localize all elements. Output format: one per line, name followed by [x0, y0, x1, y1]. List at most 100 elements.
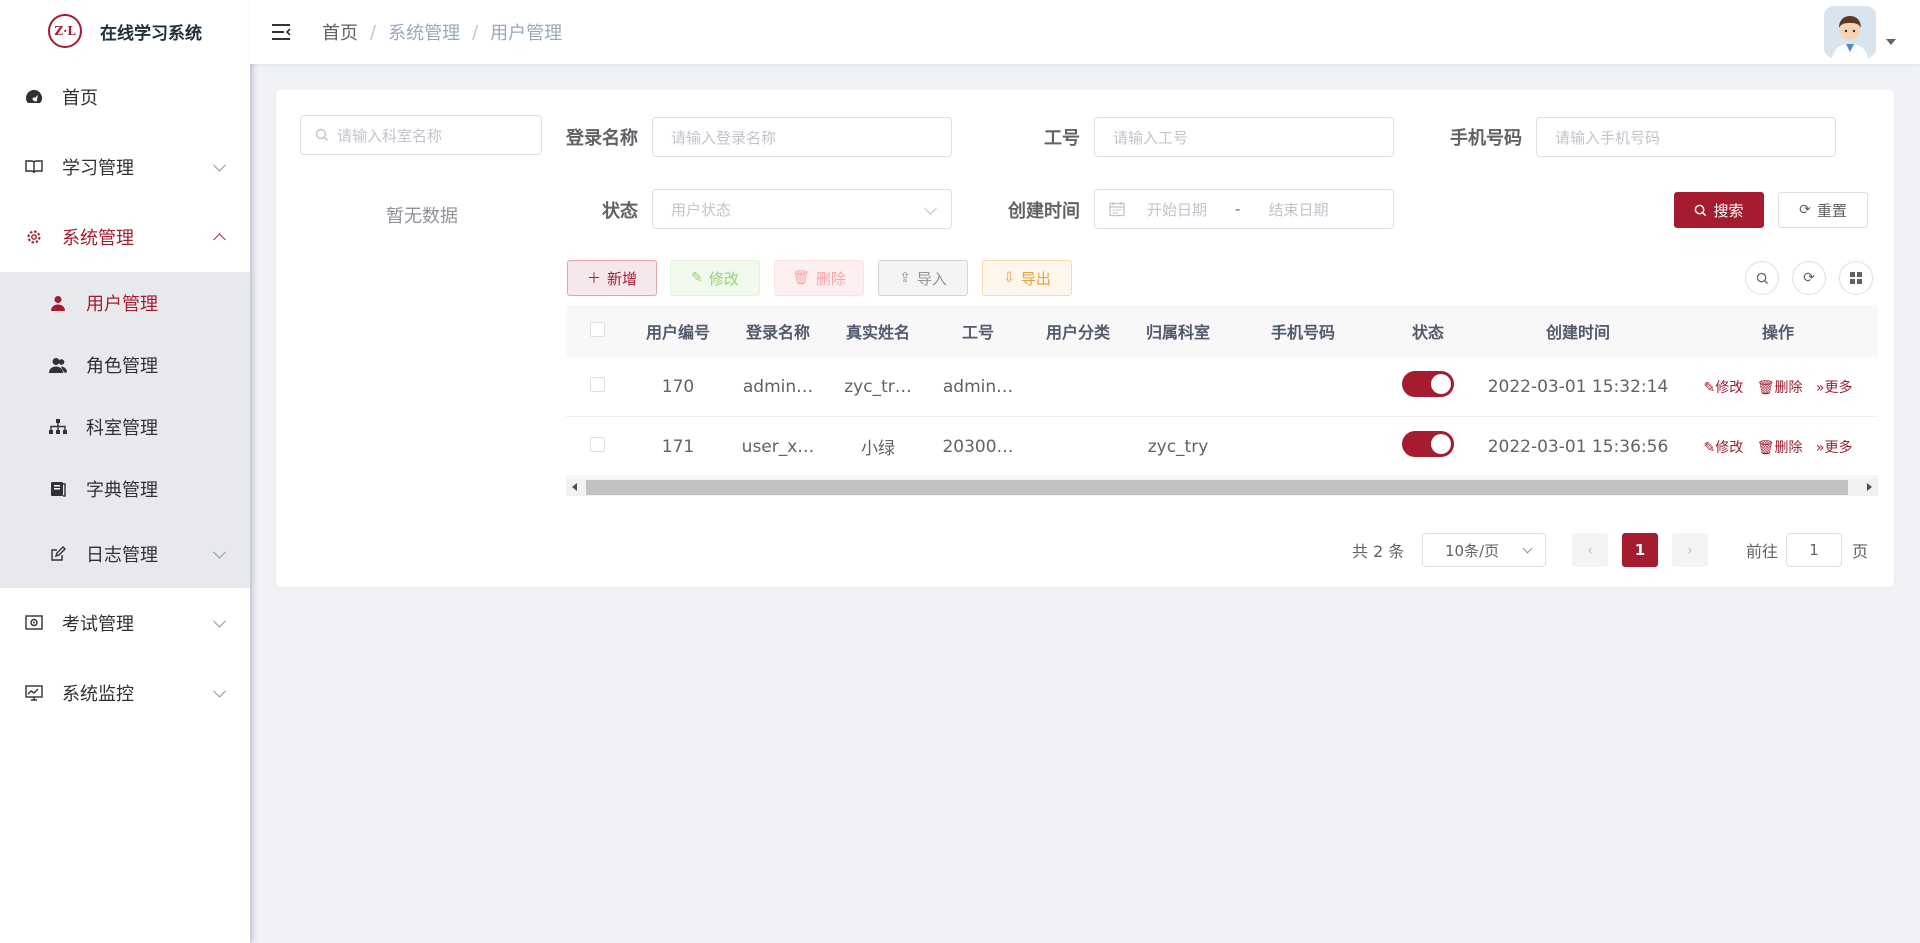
status-select[interactable]: 用户状态 [652, 189, 952, 229]
dept-search-input[interactable]: 请输入科室名称 [300, 115, 542, 155]
table-row: 171 user_x… 小绿 20300… zyc_try 2022-03-01… [566, 417, 1878, 477]
horizontal-scrollbar[interactable] [566, 478, 1878, 496]
sidebar-item-exam[interactable]: 考试管理 [0, 588, 250, 658]
sidebar-item-monitor[interactable]: 系统监控 [0, 658, 250, 728]
edit-button[interactable]: ✎ 修改 [670, 260, 760, 296]
goto-page-input[interactable]: 1 [1786, 533, 1842, 567]
start-date-input[interactable]: 开始日期 [1147, 199, 1207, 220]
sidebar-item-home[interactable]: 首页 [0, 62, 250, 132]
hamburger-icon[interactable] [270, 21, 292, 43]
row-more-link[interactable]: »更多 [1816, 440, 1853, 456]
gear-icon [24, 227, 44, 247]
book-icon [24, 157, 44, 177]
chevron-right-icon: › [1687, 541, 1693, 559]
add-button[interactable]: ＋ 新增 [567, 260, 657, 296]
job-no-label: 工号 [1044, 128, 1080, 149]
refresh-icon: ⟳ [1803, 270, 1815, 286]
avatar[interactable] [1824, 6, 1876, 58]
import-button[interactable]: ⇪ 导入 [878, 260, 968, 296]
phone-input[interactable]: 请输入手机号码 [1536, 117, 1836, 157]
sidebar-item-users[interactable]: 用户管理 [0, 272, 250, 334]
exam-icon [24, 613, 44, 633]
date-range-picker[interactable]: 开始日期 - 结束日期 [1094, 189, 1394, 229]
upload-icon: ⇪ [899, 270, 911, 286]
logo[interactable]: Z·L 在线学习系统 [0, 0, 250, 62]
sidebar-item-departments[interactable]: 科室管理 [0, 396, 250, 458]
breadcrumb: 首页 / 系统管理 / 用户管理 [322, 19, 562, 45]
col-phone: 手机号码 [1270, 323, 1335, 342]
chevron-down-icon [213, 158, 226, 172]
reset-button[interactable]: ⟳ 重置 [1778, 192, 1868, 228]
login-name-label: 登录名称 [566, 128, 638, 149]
page-size-select[interactable]: 10条/页 [1422, 533, 1546, 567]
row-delete-link[interactable]: 🗑删除 [1757, 440, 1803, 456]
select-all-checkbox[interactable] [589, 321, 605, 337]
user-icon [48, 293, 68, 313]
row-edit-link[interactable]: ✎修改 [1704, 440, 1744, 456]
row-delete-link[interactable]: 🗑删除 [1757, 380, 1803, 396]
main-card: 请输入科室名称 暂无数据 登录名称 请输入登录名称 工号 请输入工号 手机号码 … [276, 90, 1894, 587]
status-switch[interactable] [1402, 371, 1454, 397]
sidebar-item-roles[interactable]: 角色管理 [0, 334, 250, 396]
sidebar-item-system[interactable]: 系统管理 [0, 202, 250, 272]
sidebar-item-logs[interactable]: 日志管理 [0, 520, 250, 588]
sidebar-item-label: 考试管理 [62, 614, 134, 635]
edit-log-icon [48, 544, 68, 564]
delete-button[interactable]: 🗑 删除 [774, 260, 864, 296]
scroll-right-icon[interactable] [1867, 483, 1872, 491]
breadcrumb-system[interactable]: 系统管理 [388, 19, 460, 45]
prev-page-button[interactable]: ‹ [1572, 533, 1608, 567]
sidebar-item-study[interactable]: 学习管理 [0, 132, 250, 202]
grid-icon [1850, 272, 1862, 284]
users-icon [48, 355, 68, 375]
user-table: 用户编号 登录名称 真实姓名 工号 用户分类 归属科室 手机号码 状态 创建时间… [566, 305, 1878, 495]
row-more-link[interactable]: »更多 [1816, 380, 1853, 396]
breadcrumb-home[interactable]: 首页 [322, 19, 358, 45]
dictionary-icon [48, 479, 68, 499]
page-1-button[interactable]: 1 [1622, 533, 1658, 567]
row-checkbox[interactable] [589, 376, 605, 392]
col-create-time: 创建时间 [1545, 323, 1610, 342]
col-login-name: 登录名称 [745, 323, 810, 342]
columns-button[interactable] [1839, 261, 1873, 295]
toggle-search-button[interactable] [1745, 261, 1779, 295]
refresh-button[interactable]: ⟳ [1792, 261, 1826, 295]
calendar-icon [1109, 201, 1125, 217]
trash-icon: 🗑 [792, 270, 810, 286]
search-icon [1756, 272, 1769, 285]
refresh-icon: ⟳ [1799, 202, 1811, 218]
table-header: 用户编号 登录名称 真实姓名 工号 用户分类 归属科室 手机号码 状态 创建时间… [566, 305, 1878, 357]
sidebar-item-label: 首页 [62, 88, 98, 109]
job-no-input[interactable]: 请输入工号 [1094, 117, 1394, 157]
sidebar-item-label: 系统管理 [62, 228, 134, 249]
col-category: 用户分类 [1045, 323, 1110, 342]
end-date-input[interactable]: 结束日期 [1268, 199, 1328, 220]
sidebar-item-label: 日志管理 [86, 545, 158, 566]
scroll-thumb[interactable] [586, 480, 1848, 495]
chevron-left-icon: ‹ [1587, 541, 1593, 559]
search-icon [315, 128, 329, 142]
login-name-input[interactable]: 请输入登录名称 [652, 117, 952, 157]
status-switch[interactable] [1402, 431, 1454, 457]
export-button[interactable]: ⇩ 导出 [982, 260, 1072, 296]
col-actions: 操作 [1761, 323, 1794, 342]
user-menu[interactable] [1824, 6, 1896, 58]
chevron-down-icon [924, 202, 937, 215]
dept-empty-text: 暂无数据 [386, 206, 458, 227]
row-checkbox[interactable] [589, 436, 605, 452]
sidebar-item-dictionary[interactable]: 字典管理 [0, 458, 250, 520]
org-tree-icon [48, 417, 68, 437]
chevron-down-icon [213, 684, 226, 698]
caret-down-icon[interactable] [1886, 39, 1896, 45]
row-edit-link[interactable]: ✎修改 [1704, 380, 1744, 396]
scroll-left-icon[interactable] [572, 483, 577, 491]
sidebar-item-label: 学习管理 [62, 158, 134, 179]
chevron-up-icon [213, 233, 226, 247]
next-page-button[interactable]: › [1672, 533, 1708, 567]
submenu-system: 用户管理 角色管理 科室管理 字典管理 日志管理 [0, 272, 250, 588]
navbar: 首页 / 系统管理 / 用户管理 [250, 0, 1920, 64]
page-suffix: 页 [1852, 542, 1869, 561]
search-button[interactable]: 搜索 [1674, 192, 1764, 228]
plus-icon: ＋ [586, 271, 601, 287]
col-dept: 归属科室 [1145, 323, 1210, 342]
